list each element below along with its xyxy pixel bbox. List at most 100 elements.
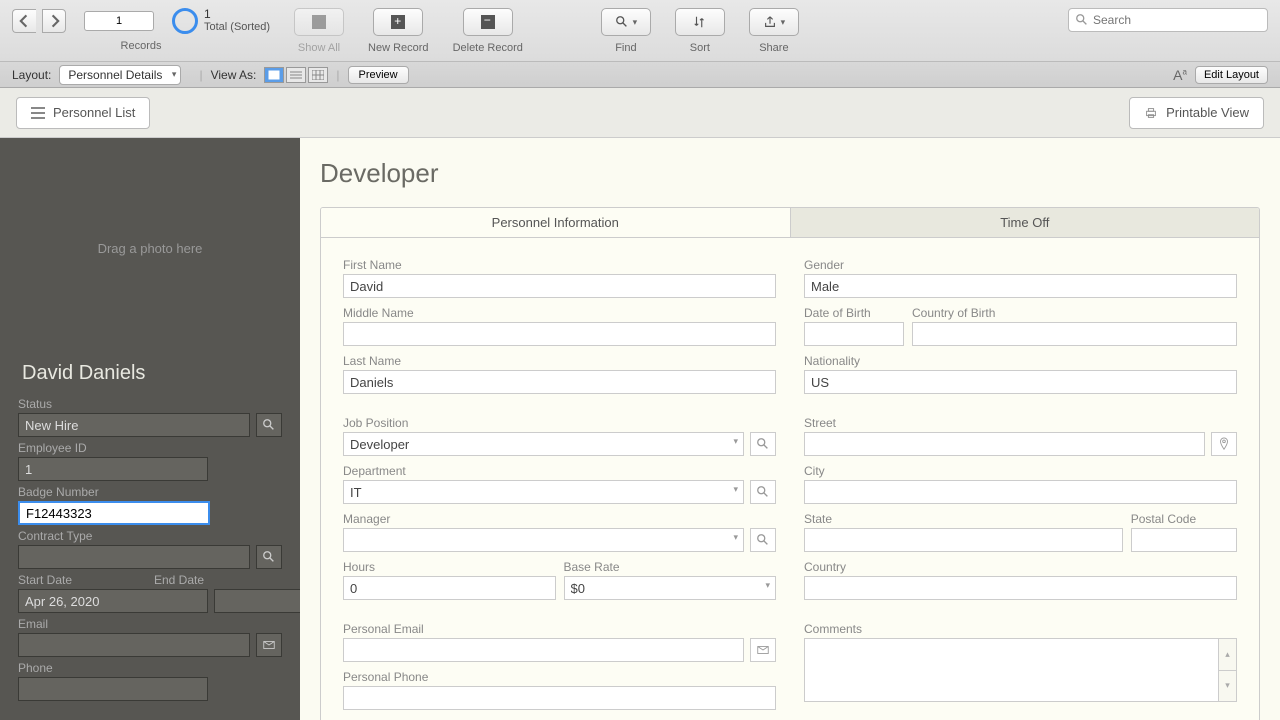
personal-phone-field[interactable] xyxy=(343,686,776,710)
record-pie-icon[interactable] xyxy=(172,8,198,34)
person-name: David Daniels xyxy=(0,358,300,395)
search-box[interactable] xyxy=(1068,8,1268,32)
delete-record-button[interactable] xyxy=(463,8,513,36)
text-format-icon[interactable]: Aa xyxy=(1173,67,1187,83)
search-icon xyxy=(615,15,629,29)
preview-button[interactable]: Preview xyxy=(348,66,409,84)
tabs: Personnel Information Time Off xyxy=(320,207,1260,238)
detail-title: Developer xyxy=(320,158,1260,189)
layout-bar: Layout: Personnel Details | View As: | P… xyxy=(0,62,1280,88)
chevron-right-icon xyxy=(47,14,61,28)
manager-field[interactable] xyxy=(343,528,744,552)
records-label: Records xyxy=(121,40,162,52)
search-icon xyxy=(262,550,276,564)
end-date-field[interactable] xyxy=(214,589,300,613)
layout-select[interactable]: Personnel Details xyxy=(59,65,181,85)
tab-personnel-info[interactable]: Personnel Information xyxy=(321,208,790,237)
show-all-icon xyxy=(312,15,326,29)
hours-field[interactable] xyxy=(343,576,556,600)
view-table-button[interactable] xyxy=(308,67,328,83)
prev-record-button[interactable] xyxy=(12,9,36,33)
middle-name-field[interactable] xyxy=(343,322,776,346)
scroll-up-icon[interactable]: ▴ xyxy=(1219,639,1236,671)
postal-field[interactable] xyxy=(1131,528,1237,552)
status-label: Status xyxy=(18,397,282,411)
start-date-field[interactable] xyxy=(18,589,208,613)
printer-icon xyxy=(1144,106,1158,120)
tab-time-off[interactable]: Time Off xyxy=(790,208,1260,237)
last-name-field[interactable] xyxy=(343,370,776,394)
job-position-lookup[interactable] xyxy=(750,432,776,456)
share-button[interactable]: ▾ xyxy=(749,8,799,36)
next-record-button[interactable] xyxy=(42,9,66,33)
edit-layout-button[interactable]: Edit Layout xyxy=(1195,66,1268,84)
sort-button[interactable] xyxy=(675,8,725,36)
search-icon xyxy=(262,418,276,432)
base-rate-field[interactable] xyxy=(564,576,777,600)
new-record-button[interactable] xyxy=(373,8,423,36)
department-field[interactable] xyxy=(343,480,744,504)
contract-label: Contract Type xyxy=(18,529,282,543)
map-button[interactable] xyxy=(1211,432,1237,456)
contract-lookup-button[interactable] xyxy=(256,545,282,569)
personal-email-send[interactable] xyxy=(750,638,776,662)
cob-field[interactable] xyxy=(912,322,1237,346)
first-name-field[interactable] xyxy=(343,274,776,298)
view-list-button[interactable] xyxy=(286,67,306,83)
main-content: Drag a photo here David Daniels Status E… xyxy=(0,138,1280,720)
comments-field[interactable] xyxy=(804,638,1219,702)
search-icon xyxy=(756,485,770,499)
nationality-field[interactable] xyxy=(804,370,1237,394)
detail-panel: Developer Personnel Information Time Off… xyxy=(300,138,1280,720)
search-icon xyxy=(756,533,770,547)
start-date-label: Start Date xyxy=(18,573,146,587)
comments-scroll[interactable]: ▴▾ xyxy=(1219,638,1237,702)
personal-email-field[interactable] xyxy=(343,638,744,662)
state-field[interactable] xyxy=(804,528,1123,552)
chevron-left-icon xyxy=(18,14,32,28)
personnel-list-button[interactable]: Personnel List xyxy=(16,97,150,129)
scroll-down-icon[interactable]: ▾ xyxy=(1219,671,1236,702)
search-input[interactable] xyxy=(1093,13,1261,27)
share-icon xyxy=(763,15,777,29)
street-field[interactable] xyxy=(804,432,1205,456)
find-button[interactable]: ▾ xyxy=(601,8,651,36)
department-lookup[interactable] xyxy=(750,480,776,504)
email-label: Email xyxy=(18,617,282,631)
show-all-button[interactable] xyxy=(294,8,344,36)
job-position-field[interactable] xyxy=(343,432,744,456)
city-field[interactable] xyxy=(804,480,1237,504)
view-form-button[interactable] xyxy=(264,67,284,83)
plus-icon xyxy=(391,15,405,29)
dob-field[interactable] xyxy=(804,322,904,346)
country-field[interactable] xyxy=(804,576,1237,600)
list-icon xyxy=(31,107,45,119)
manager-lookup[interactable] xyxy=(750,528,776,552)
email-send-button[interactable] xyxy=(256,633,282,657)
badge-field[interactable] xyxy=(18,501,210,525)
table-view-icon xyxy=(312,70,324,80)
status-field[interactable] xyxy=(18,413,250,437)
gender-field[interactable] xyxy=(804,274,1237,298)
phone-field[interactable] xyxy=(18,677,208,701)
top-toolbar: 1 1 Total (Sorted) Records Show All New … xyxy=(0,0,1280,62)
phone-label: Phone xyxy=(18,661,282,675)
action-bar: Personnel List Printable View xyxy=(0,88,1280,138)
mail-icon xyxy=(756,643,770,657)
end-date-label: End Date xyxy=(154,573,282,587)
mail-icon xyxy=(262,638,276,652)
total-text: 1 Total (Sorted) xyxy=(204,8,270,34)
email-field[interactable] xyxy=(18,633,250,657)
printable-view-button[interactable]: Printable View xyxy=(1129,97,1264,129)
record-number-field[interactable]: 1 xyxy=(84,11,154,31)
status-lookup-button[interactable] xyxy=(256,413,282,437)
view-as-label: View As: xyxy=(211,68,257,82)
map-pin-icon xyxy=(1217,437,1231,451)
employee-id-field[interactable] xyxy=(18,457,208,481)
photo-drop-zone[interactable]: Drag a photo here xyxy=(0,138,300,358)
layout-label: Layout: xyxy=(12,68,51,82)
search-icon xyxy=(756,437,770,451)
employee-id-label: Employee ID xyxy=(18,441,282,455)
contract-field[interactable] xyxy=(18,545,250,569)
show-all-group: Show All xyxy=(294,8,344,54)
